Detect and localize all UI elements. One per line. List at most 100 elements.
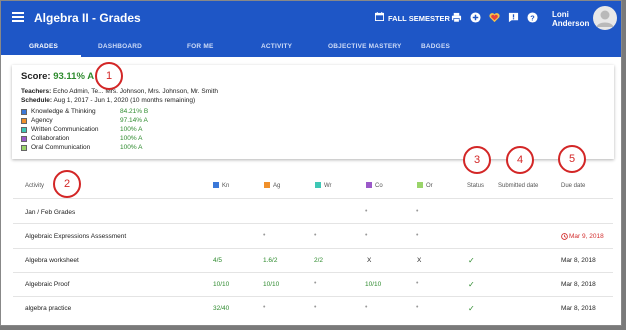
score-co: • xyxy=(365,232,368,239)
score-kn: 4/5 xyxy=(213,257,223,264)
objective-score: 100% A xyxy=(120,126,143,133)
activity-name[interactable]: Jan / Feb Grades xyxy=(25,209,75,216)
due-date: Mar 8, 2018 xyxy=(561,281,596,288)
activity-name[interactable]: Algebraic Expressions Assessment xyxy=(25,233,126,240)
or-swatch xyxy=(417,182,423,188)
callout-3: 3 xyxy=(463,146,491,174)
score-ag: 1.6/2 xyxy=(263,257,278,264)
tab-badges[interactable]: BADGES xyxy=(421,37,450,57)
avatar[interactable] xyxy=(593,6,617,30)
semester-selector[interactable]: FALL SEMESTER xyxy=(388,14,450,23)
tab-activity[interactable]: ACTIVITY xyxy=(261,37,292,57)
score-label: Score: xyxy=(21,71,51,82)
objective-score: 97.14% A xyxy=(120,117,148,124)
score-ag: 10/10 xyxy=(263,281,280,288)
score-value: 93.11% A xyxy=(53,71,95,82)
user-name[interactable]: Loni Anderson xyxy=(552,10,589,28)
wr-swatch xyxy=(315,182,321,188)
schedule-label: Schedule: xyxy=(21,97,53,104)
objective-name: Agency xyxy=(31,117,53,124)
callout-4: 4 xyxy=(506,146,534,174)
due-date: Mar 9, 2018 xyxy=(569,233,604,240)
svg-text:?: ? xyxy=(530,13,535,22)
page-title: Algebra II - Grades xyxy=(34,11,141,25)
score-ag: • xyxy=(263,232,266,239)
objective-swatch xyxy=(21,127,27,133)
score-wr: • xyxy=(314,304,317,311)
divider xyxy=(13,248,613,249)
objective-name: Collaboration xyxy=(31,135,70,142)
column-header-activity[interactable]: Activity xyxy=(25,183,44,189)
score-or: • xyxy=(416,280,419,287)
menu-icon[interactable] xyxy=(12,12,24,22)
teachers-label: Teachers: xyxy=(21,88,52,95)
status-check-icon: ✓ xyxy=(468,304,475,313)
activity-name[interactable]: Algebra worksheet xyxy=(25,257,79,264)
score-or: • xyxy=(416,208,419,215)
teachers-line: Teachers: Echo Admin, Te... Mrs. Johnson… xyxy=(21,88,218,95)
score-or: • xyxy=(416,232,419,239)
co-swatch xyxy=(366,182,372,188)
activity-name[interactable]: algebra practice xyxy=(25,305,71,312)
score-summary: Score: 93.11% A xyxy=(21,71,94,82)
kn-swatch xyxy=(213,182,219,188)
objective-name: Written Communication xyxy=(31,126,99,133)
objective-score: 100% A xyxy=(120,135,143,142)
status-check-icon: ✓ xyxy=(468,256,475,265)
column-header-submitted[interactable]: Submitted date xyxy=(498,183,538,189)
active-tab-indicator xyxy=(1,55,81,57)
column-header-status[interactable]: Status xyxy=(467,183,484,189)
person-icon xyxy=(596,10,614,27)
callout-2: 2 xyxy=(53,170,81,198)
help-icon[interactable]: ? xyxy=(527,12,538,23)
objective-swatch xyxy=(21,118,27,124)
tab-for-me[interactable]: FOR ME xyxy=(187,37,213,57)
print-icon[interactable] xyxy=(451,12,462,23)
callout-1: 1 xyxy=(95,62,123,90)
column-header-wr[interactable]: Wr xyxy=(324,183,332,189)
overdue-clock-icon xyxy=(561,233,568,240)
app-frame: Algebra II - Grades FALL SEMESTER ? Loni… xyxy=(0,0,622,326)
teachers-value: Echo Admin, Te... Mrs. Johnson, Mrs. Joh… xyxy=(53,88,219,95)
tab-bar: GRADES DASHBOARD FOR ME ACTIVITY OBJECTI… xyxy=(1,37,621,57)
score-or: • xyxy=(416,304,419,311)
divider xyxy=(13,223,613,224)
objective-name: Knowledge & Thinking xyxy=(31,108,96,115)
divider xyxy=(13,296,613,297)
column-header-ag[interactable]: Ag xyxy=(273,183,280,189)
objective-swatch xyxy=(21,136,27,142)
column-header-or[interactable]: Or xyxy=(426,183,433,189)
score-ag: • xyxy=(263,304,266,311)
score-co: X xyxy=(367,257,372,264)
column-header-co[interactable]: Co xyxy=(375,183,383,189)
divider xyxy=(13,198,613,199)
column-header-kn[interactable]: Kn xyxy=(222,183,229,189)
column-header-due[interactable]: Due date xyxy=(561,183,585,189)
score-co: • xyxy=(365,208,368,215)
add-circle-icon[interactable] xyxy=(470,12,481,23)
objective-swatch xyxy=(21,109,27,115)
tab-grades[interactable]: GRADES xyxy=(29,37,58,57)
schedule-line: Schedule: Aug 1, 2017 - Jun 1, 2020 (10 … xyxy=(21,97,195,104)
due-date: Mar 8, 2018 xyxy=(561,305,596,312)
objective-score: 84.21% B xyxy=(120,108,149,115)
score-kn: 32/40 xyxy=(213,305,230,312)
score-wr: 2/2 xyxy=(314,257,324,264)
callout-5: 5 xyxy=(558,145,586,173)
calendar-icon[interactable] xyxy=(375,12,384,21)
score-or: X xyxy=(417,257,422,264)
app-bar: Algebra II - Grades FALL SEMESTER ? Loni… xyxy=(1,1,621,37)
objective-score: 100% A xyxy=(120,144,143,151)
due-date: Mar 8, 2018 xyxy=(561,257,596,264)
score-co: • xyxy=(365,304,368,311)
tab-objective-mastery[interactable]: OBJECTIVE MASTERY xyxy=(328,37,402,57)
tab-dashboard[interactable]: DASHBOARD xyxy=(98,37,142,57)
ag-swatch xyxy=(264,182,270,188)
activity-name[interactable]: Algebraic Proof xyxy=(25,281,69,288)
feedback-icon[interactable] xyxy=(508,12,519,23)
schedule-value: Aug 1, 2017 - Jun 1, 2020 (10 months rem… xyxy=(53,97,196,104)
badge-heart-icon[interactable] xyxy=(489,12,500,23)
score-kn: 10/10 xyxy=(213,281,230,288)
score-co: 10/10 xyxy=(365,281,382,288)
score-wr: • xyxy=(314,232,317,239)
